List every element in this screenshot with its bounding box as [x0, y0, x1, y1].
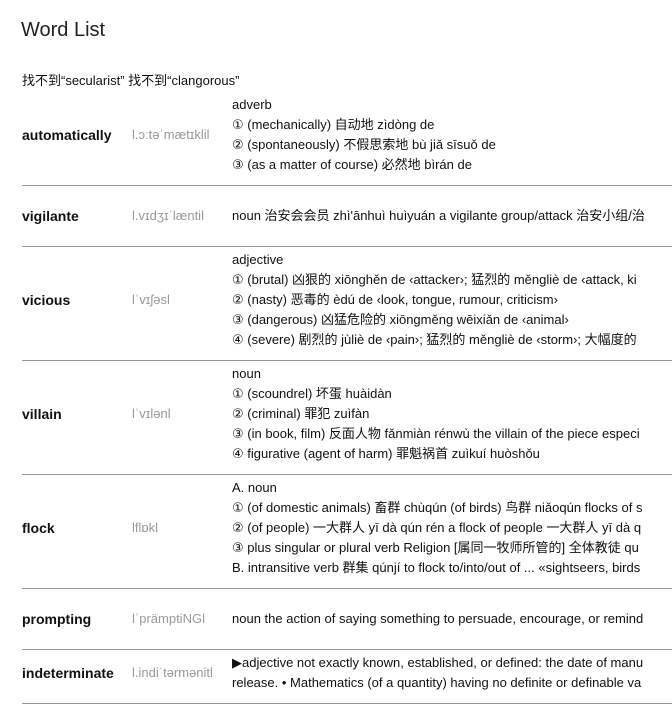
- entry-word: prompting: [22, 611, 92, 627]
- word-entry-row[interactable]: vicious lˈvɪʃəsl adjective ① (brutal) 凶狠的…: [22, 247, 672, 361]
- definition-line: ② (nasty) 恶毒的 èdú de ‹look, tongue, rumo…: [232, 292, 558, 307]
- entry-definition: adverb ① (mechanically) 自动地 zìdòng de ② (s…: [232, 92, 672, 186]
- entry-word: flock: [22, 520, 55, 536]
- definition-line: ① (of domestic animals) 畜群 chùqún (of bi…: [232, 500, 643, 515]
- definition-line: ② (of people) 一大群人 yī dà qún rén a flock…: [232, 520, 642, 535]
- word-entry-row[interactable]: vigilante l.vɪdʒɪˈlæntil noun 治安会会员 zhì'…: [22, 186, 672, 247]
- entry-phonetic: lˈvɪʃəsl: [132, 292, 170, 307]
- word-entry-row[interactable]: villain lˈvɪlənl noun ① (scoundrel) 坏蛋 hu…: [22, 361, 672, 475]
- definition-line: ② (spontaneously) 不假思索地 bù jiǎ sīsuǒ de: [232, 137, 496, 152]
- entry-definition: ▶adjective not exactly known, establishe…: [232, 650, 672, 704]
- entry-word: vigilante: [22, 208, 79, 224]
- word-entry-row[interactable]: indeterminate l.indiˈtərmənitl ▶adjectiv…: [22, 650, 672, 704]
- entry-phonetic: lˈvɪlənl: [132, 406, 171, 421]
- definition-line: noun the action of saying something to p…: [232, 611, 644, 626]
- definition-line: ③ plus singular or plural verb Religion …: [232, 540, 639, 555]
- word-entry-row[interactable]: flock lflɒkl A. noun ① (of domestic anima…: [22, 475, 672, 589]
- definition-line: ① (scoundrel) 坏蛋 huàidàn: [232, 386, 392, 401]
- definition-line: noun: [232, 366, 261, 381]
- definition-line: adjective: [232, 252, 284, 267]
- definition-line: ④ (severe) 剧烈的 jùliè de ‹pain›; 猛烈的 měng…: [232, 332, 637, 347]
- definition-line: ① (brutal) 凶狠的 xiōnghěn de ‹attacker›; 猛…: [232, 272, 637, 287]
- entry-definition: noun the action of saying something to p…: [232, 589, 672, 650]
- definition-line: release. • Mathematics (of a quantity) h…: [232, 675, 642, 690]
- entry-phonetic: lflɒkl: [132, 520, 159, 535]
- entry-word: automatically: [22, 127, 112, 143]
- word-entry-row[interactable]: automatically l.ɔːtəˈmætɪklil adverb ① (m…: [22, 92, 672, 186]
- definition-line: ④ figurative (agent of harm) 罪魁祸首 zuìkuí…: [232, 446, 540, 461]
- definition-line: ③ (in book, film) 反面人物 fǎnmiàn rénwù the…: [232, 426, 640, 441]
- word-list-table: automatically l.ɔːtəˈmætɪklil adverb ① (m…: [22, 92, 672, 704]
- entry-definition: noun 治安会会员 zhì'ānhuì huìyuán a vigilante…: [232, 186, 672, 247]
- entry-definition: A. noun ① (of domestic animals) 畜群 chùqún…: [232, 475, 672, 589]
- entry-phonetic: l.vɪdʒɪˈlæntil: [132, 208, 204, 223]
- definition-line: ② (criminal) 罪犯 zuìfàn: [232, 406, 370, 421]
- definition-line: adverb: [232, 97, 272, 112]
- entry-definition: noun ① (scoundrel) 坏蛋 huàidàn ② (criminal)…: [232, 361, 672, 475]
- entry-word: indeterminate: [22, 665, 114, 681]
- entry-phonetic: l.ɔːtəˈmætɪklil: [132, 127, 210, 142]
- definition-line: ③ (dangerous) 凶猛危险的 xiōngměng wēixiǎn de…: [232, 312, 569, 327]
- definition-line: A. noun: [232, 480, 277, 495]
- entry-word: vicious: [22, 292, 71, 308]
- definition-line: noun 治安会会员 zhì'ānhuì huìyuán a vigilante…: [232, 208, 645, 223]
- definition-line: ③ (as a matter of course) 必然地 bìrán de: [232, 157, 472, 172]
- not-found-message: 找不到“secularist” 找不到“clangorous”: [22, 73, 240, 88]
- entry-phonetic: l.indiˈtərmənitl: [132, 665, 213, 680]
- definition-line: ① (mechanically) 自动地 zìdòng de: [232, 117, 435, 132]
- word-entry-row[interactable]: prompting lˈprämptiNGl noun the action o…: [22, 589, 672, 650]
- entry-word: villain: [22, 406, 62, 422]
- page-title: Word List: [21, 19, 106, 41]
- word-list-body: automatically l.ɔːtəˈmætɪklil adverb ① (m…: [22, 92, 672, 704]
- entry-phonetic: lˈprämptiNGl: [132, 611, 205, 626]
- entry-definition: adjective ① (brutal) 凶狠的 xiōnghěn de ‹att…: [232, 247, 672, 361]
- definition-line: B. intransitive verb 群集 qúnjí to flock t…: [232, 560, 641, 575]
- definition-line: ▶adjective not exactly known, establishe…: [232, 655, 644, 670]
